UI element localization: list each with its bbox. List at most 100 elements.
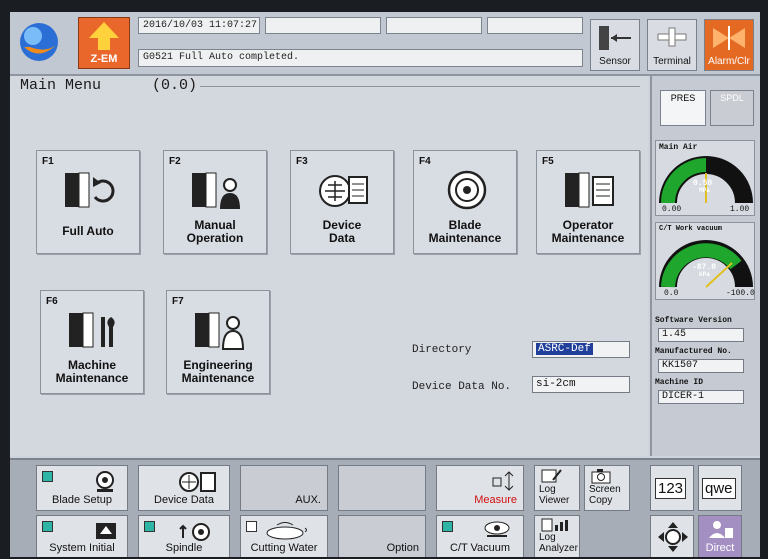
- terminal-label: Terminal: [653, 56, 691, 67]
- numeric-keypad-button[interactable]: 123: [650, 465, 694, 511]
- direct-button[interactable]: Direct: [698, 515, 742, 557]
- device-data-button[interactable]: Device Data: [138, 465, 230, 511]
- device-data-no-field[interactable]: si-2cm: [532, 376, 630, 393]
- blade-icon: [447, 170, 487, 210]
- main-air-unit: MPa: [699, 187, 710, 194]
- status-field-2: [386, 17, 482, 34]
- sensor-button[interactable]: Sensor: [590, 19, 640, 71]
- option-button[interactable]: Option: [338, 515, 426, 557]
- camera-icon: [591, 469, 611, 484]
- direct-label: Direct: [705, 542, 735, 554]
- f6-machine-maintenance-button[interactable]: F6 Machine Maintenance: [40, 290, 144, 394]
- directory-field[interactable]: ASRC-Def: [532, 341, 630, 358]
- device-data-small-icon: [179, 472, 216, 492]
- manual-operation-icon: [192, 172, 240, 209]
- machine-id-label: Machine ID: [655, 378, 704, 387]
- qwerty-keyboard-button[interactable]: qwe: [698, 465, 742, 511]
- system-initial-indicator: [42, 521, 53, 532]
- f3-key-label: F3: [296, 156, 308, 167]
- ct-vacuum-icon: [484, 521, 510, 537]
- tab-pres[interactable]: PRES: [660, 90, 706, 126]
- device-data-label: Device Data: [154, 494, 214, 506]
- log-analyzer-label-1: Log: [539, 532, 556, 543]
- blade-setup-button[interactable]: Blade Setup: [36, 465, 128, 511]
- log-analyzer-label-2: Analyzer: [539, 543, 578, 554]
- log-viewer-button[interactable]: Log Viewer: [534, 465, 580, 511]
- ct-vacuum-button[interactable]: C/T Vacuum: [436, 515, 524, 557]
- f2-manual-operation-button[interactable]: F2 Manual Operation: [163, 150, 267, 254]
- jog-control-button[interactable]: [650, 515, 694, 557]
- f2-label-line2: Operation: [186, 231, 244, 245]
- f7-engineering-maintenance-button[interactable]: F7 Engineering Maintenance: [166, 290, 270, 394]
- log-viewer-label-1: Log: [539, 484, 556, 495]
- operator-maintenance-icon: [565, 172, 614, 208]
- f1-full-auto-button[interactable]: F1 Full Auto: [36, 150, 140, 254]
- f1-label: Full Auto: [62, 224, 114, 238]
- measure-label: Measure: [474, 494, 517, 506]
- ct-vacuum-label: C/T Vacuum: [449, 542, 511, 554]
- log-analyzer-icon: [541, 518, 568, 532]
- ct-vacuum-min: 0.0: [664, 289, 679, 298]
- f7-label-line2: Maintenance: [181, 371, 255, 385]
- log-viewer-label-2: Viewer: [539, 495, 570, 506]
- title-divider: [200, 86, 640, 87]
- log-analyzer-button[interactable]: Log Analyzer: [534, 515, 580, 557]
- directory-label: Directory: [412, 344, 472, 356]
- globe-logo-icon: [16, 17, 62, 67]
- option-label: Option: [386, 542, 419, 554]
- top-bar: Z-EM 2016/10/03 11:07:27 G0521 Full Auto…: [10, 12, 760, 76]
- f4-key-label: F4: [419, 156, 431, 167]
- f7-key-label: F7: [172, 296, 184, 307]
- measure-button[interactable]: Measure: [436, 465, 524, 511]
- cutting-water-icon: [266, 522, 307, 540]
- cutting-water-indicator: [246, 521, 257, 532]
- f2-key-label: F2: [169, 156, 181, 167]
- cutting-water-label: Cutting Water: [250, 542, 318, 554]
- z-em-label: Z-EM: [90, 53, 118, 65]
- manufactured-no-value: KK1507: [658, 359, 744, 373]
- sensor-label: Sensor: [599, 56, 631, 67]
- arrow-up-icon: [89, 22, 119, 50]
- sensor-icon: [599, 26, 631, 50]
- key-qwe-label: qwe: [702, 478, 736, 499]
- blade-setup-icon: [96, 471, 114, 492]
- directory-value: ASRC-Def: [536, 343, 593, 355]
- coords-display: (0.0): [152, 77, 198, 94]
- measure-icon: [492, 471, 514, 491]
- status-panel: PRES SPDL Main Air 0.50 MPa 0.00 1.00 C/…: [650, 76, 760, 456]
- f3-device-data-button[interactable]: F3 Device Data: [290, 150, 394, 254]
- ct-vacuum-unit: kPa: [699, 271, 710, 278]
- screen-copy-label-2: Copy: [589, 495, 613, 506]
- eject-icon: [96, 523, 116, 539]
- blade-setup-label: Blade Setup: [52, 494, 112, 506]
- f4-blade-maintenance-button[interactable]: F4 Blade Maintenance: [413, 150, 517, 254]
- blank-button-1[interactable]: [338, 465, 426, 511]
- engineering-maintenance-icon: [195, 312, 245, 350]
- f4-label-line2: Maintenance: [428, 231, 502, 245]
- alarm-icon: [713, 26, 745, 50]
- f6-label-line2: Maintenance: [55, 371, 129, 385]
- spindle-indicator: [144, 521, 155, 532]
- alarm-clear-button[interactable]: Alarm/Clr: [704, 19, 754, 71]
- status-field-3: [487, 17, 583, 34]
- aux-button[interactable]: AUX.: [240, 465, 328, 511]
- screen-copy-button[interactable]: Screen Copy: [584, 465, 630, 511]
- f5-key-label: F5: [542, 156, 554, 167]
- spindle-button[interactable]: Spindle: [138, 515, 230, 557]
- f5-operator-maintenance-button[interactable]: F5 Operator Maintenance: [536, 150, 640, 254]
- tab-spdl[interactable]: SPDL: [710, 90, 754, 126]
- z-em-button[interactable]: Z-EM: [78, 17, 130, 69]
- machine-maintenance-icon: [69, 312, 115, 348]
- page-title: Main Menu: [20, 77, 102, 94]
- system-initial-button[interactable]: System Initial: [36, 515, 128, 557]
- aux-label: AUX.: [295, 494, 321, 506]
- system-initial-label: System Initial: [49, 542, 115, 554]
- main-menu-panel: Main Menu (0.0) F1 Full Auto F2 Manual O…: [10, 76, 648, 456]
- terminal-button[interactable]: Terminal: [647, 19, 697, 71]
- cutting-water-button[interactable]: Cutting Water: [240, 515, 328, 557]
- main-air-gauge: Main Air 0.50 MPa 0.00 1.00: [655, 140, 755, 216]
- machine-screen: Z-EM 2016/10/03 11:07:27 G0521 Full Auto…: [10, 12, 760, 557]
- machine-id-value: DICER-1: [658, 390, 744, 404]
- f3-label-line2: Data: [328, 231, 355, 245]
- f1-key-label: F1: [42, 156, 54, 167]
